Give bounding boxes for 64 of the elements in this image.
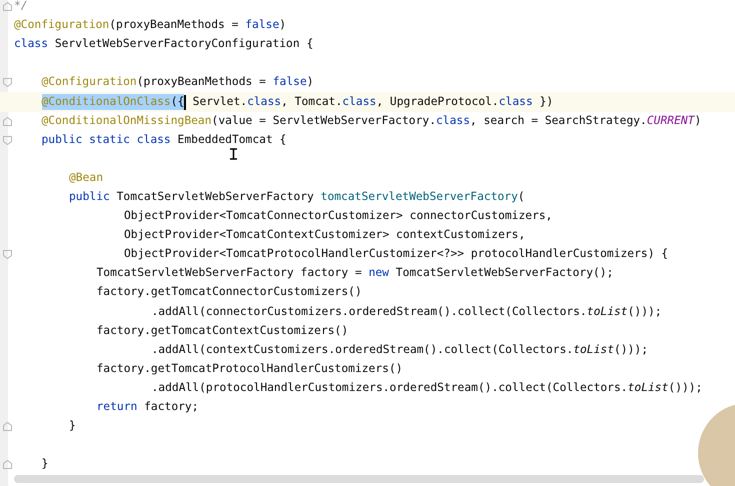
keyword-text: false xyxy=(245,17,280,34)
fold-icon[interactable] xyxy=(3,250,12,260)
fold-icon[interactable] xyxy=(3,2,12,11)
annotation-text: @Configuration xyxy=(14,17,110,34)
code-text: ())); xyxy=(668,380,702,396)
code-text: .addAll(connectorCustomizers.orderedStream().collect(Collectors. xyxy=(152,304,587,320)
code-text: ServletWebServerFactoryConfiguration { xyxy=(54,36,314,52)
code-text: factory.getTomcatContextCustomizers() xyxy=(96,322,348,339)
fold-icon[interactable] xyxy=(3,136,12,145)
code-text: .addAll(contextCustomizers.orderedStream().collect(Collectors. xyxy=(152,342,574,358)
code-text: Servlet. xyxy=(192,94,248,110)
code-text: ObjectProvider<TomcatConnectorCustomizer> connectorCustomizers, xyxy=(124,208,552,224)
code-text: ) xyxy=(694,112,702,129)
method-name-text: tomcatServletWebServerFactory xyxy=(320,189,518,206)
code-text: ) xyxy=(279,17,286,34)
code-text: .addAll(protocolHandlerCustomizers.orderedStream().collect(Collectors. xyxy=(152,380,628,396)
keyword-text: class xyxy=(498,94,533,110)
code-text: ) xyxy=(306,74,314,90)
code-text: (proxyBeanMethods = xyxy=(136,74,267,90)
code-text: ())); xyxy=(628,304,662,320)
code-text: (proxyBeanMethods = xyxy=(109,17,240,34)
code-text: (value = ServletWebServerFactory. xyxy=(212,112,436,129)
keyword-text: return xyxy=(96,399,138,416)
selected-text: @ConditionalOnClass({ xyxy=(42,94,184,110)
keyword-text: false xyxy=(272,74,307,90)
keyword-text: class xyxy=(247,94,282,110)
annotation-text: @Configuration xyxy=(42,74,137,90)
code-text: TomcatServletWebServerFactory factory = xyxy=(96,265,363,282)
code-text: factory; xyxy=(143,399,199,416)
keyword-text: public static class xyxy=(42,132,171,148)
code-text: factory.getTomcatProtocolHandlerCustomizers() xyxy=(96,360,403,377)
code-text: ObjectProvider<TomcatContextCustomizer> contextCustomizers, xyxy=(124,227,526,244)
horizontal-scrollbar[interactable] xyxy=(14,475,704,483)
annotation-text: @Bean xyxy=(69,170,104,186)
comment-text: */ xyxy=(14,0,28,14)
code-text: ( xyxy=(518,189,525,206)
fold-icon[interactable] xyxy=(3,422,12,432)
keyword-text: class xyxy=(342,94,376,110)
method-call-text: toList xyxy=(628,380,668,396)
code-text: , Tomcat. xyxy=(281,94,342,110)
annotation-text: @ConditionalOnMissingBean xyxy=(42,112,212,129)
keyword-text: class xyxy=(14,36,48,52)
code-text: , search = SearchStrategy. xyxy=(470,112,647,129)
code-text: }) xyxy=(538,94,554,110)
keyword-text: public xyxy=(69,189,110,206)
text-cursor-icon xyxy=(230,148,237,160)
code-text: } xyxy=(69,418,76,434)
text-caret xyxy=(184,94,186,110)
code-text: , UpgradeProtocol. xyxy=(376,94,499,110)
fold-icon[interactable] xyxy=(3,78,12,88)
keyword-text: class xyxy=(436,112,470,129)
code-text: TomcatServletWebServerFactory(); xyxy=(394,265,614,282)
code-text: TomcatServletWebServerFactory xyxy=(116,189,315,206)
method-call-text: toList xyxy=(573,342,614,358)
code-text: ObjectProvider<TomcatProtocolHandlerCustomizer<?>> protocolHandlerCustomizers) { xyxy=(124,246,668,262)
constant-text: CURRENT xyxy=(646,112,694,129)
keyword-text: new xyxy=(368,265,389,282)
code-text: factory.getTomcatConnectorCustomizers() xyxy=(96,284,362,300)
code-text: ())); xyxy=(614,342,648,358)
fold-icon[interactable] xyxy=(3,460,12,470)
code-text: EmbeddedTomcat { xyxy=(176,132,286,148)
fold-icon[interactable] xyxy=(3,116,12,126)
method-call-text: toList xyxy=(586,304,628,320)
code-text: } xyxy=(42,456,48,472)
